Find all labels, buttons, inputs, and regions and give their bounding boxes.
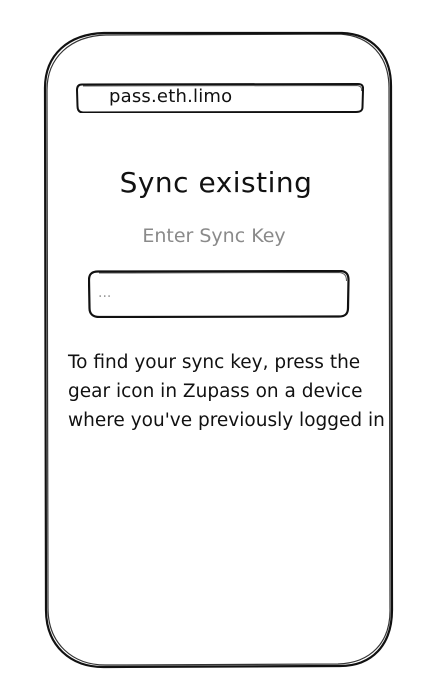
- sync-key-help-text: To find your sync key, press the gear ic…: [68, 352, 385, 431]
- page-title: Sync existing: [119, 166, 313, 199]
- sync-key-label: Enter Sync Key: [142, 225, 286, 247]
- address-bar[interactable]: pass.eth.limo: [76, 83, 364, 113]
- url-text: pass.eth.limo: [109, 86, 233, 107]
- sync-key-input[interactable]: [98, 278, 334, 308]
- sync-key-field[interactable]: [88, 270, 350, 318]
